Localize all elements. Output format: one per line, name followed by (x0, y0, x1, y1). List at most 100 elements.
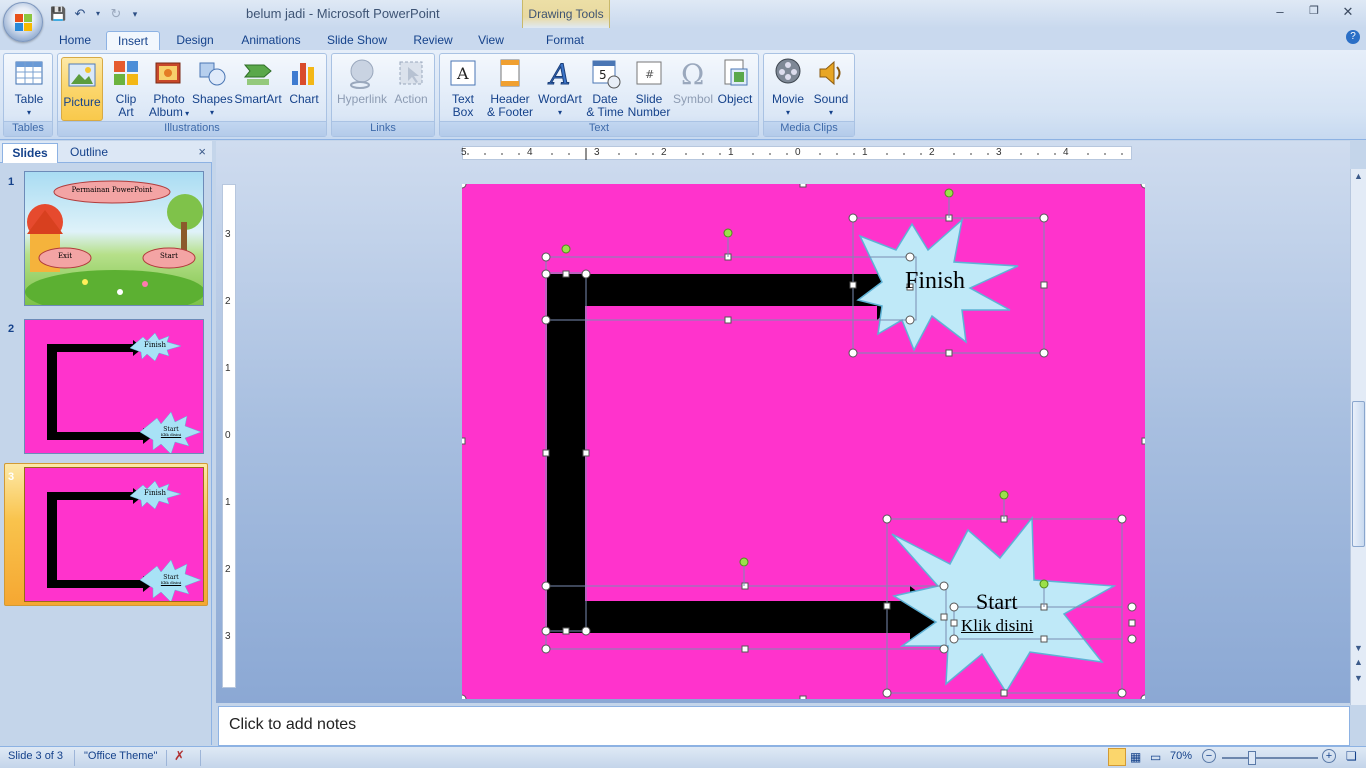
slide-number-label: 2 (8, 323, 15, 335)
object-button[interactable]: Object (714, 57, 756, 106)
dropdown-arrow-icon: ▾ (26, 108, 31, 117)
slide-thumbnail-2[interactable]: Finish Start Klik disini (24, 319, 204, 454)
redo-icon[interactable]: ↻ (108, 6, 124, 22)
next-slide-icon[interactable]: ▼ (1354, 673, 1363, 683)
minimize-icon[interactable]: – (1270, 4, 1290, 19)
header-footer-button[interactable]: Header & Footer (484, 57, 536, 119)
save-icon[interactable]: 💾 (50, 6, 66, 22)
zoom-in-icon[interactable]: + (1322, 749, 1336, 763)
previous-slide-icon[interactable]: ▲ (1354, 657, 1363, 667)
zoom-slider-thumb[interactable] (1248, 751, 1256, 765)
normal-view-icon[interactable] (1108, 748, 1126, 766)
calendar-icon: 5 (589, 57, 621, 89)
slide-thumbnail-1[interactable]: Permainan PowerPoint Exit Start (24, 171, 204, 306)
customize-qat-icon[interactable]: ▾ (130, 6, 140, 22)
zoom-slider-track[interactable] (1222, 757, 1318, 759)
undo-icon[interactable]: ↶ (72, 6, 88, 22)
photo-album-button[interactable]: Photo Album ▾ (146, 57, 192, 120)
text-box-button[interactable]: A Text Box (444, 57, 482, 119)
office-button[interactable] (3, 2, 43, 42)
ruler-label: 0 (795, 147, 801, 158)
maximize-icon[interactable]: ❐ (1304, 4, 1324, 17)
table-button[interactable]: Table ▾ (7, 57, 51, 119)
scroll-down-icon[interactable]: ▼ (1354, 643, 1363, 653)
tab-view[interactable]: View (470, 31, 512, 50)
wordart-icon: A (544, 57, 576, 92)
tab-home[interactable]: Home (52, 31, 98, 50)
quick-access-toolbar: 💾 ↶ ▾ ↻ ▾ (50, 5, 140, 23)
clip-art-button[interactable]: Clip Art (106, 57, 146, 119)
scrollbar-thumb[interactable] (1352, 401, 1365, 547)
thumbnail-exit-label: Exit (57, 252, 73, 260)
slide-sorter-view-icon[interactable]: ▦ (1130, 750, 1141, 764)
notes-pane[interactable]: Click to add notes (218, 706, 1350, 746)
title-bar: 💾 ↶ ▾ ↻ ▾ belum jadi - Microsoft PowerPo… (0, 0, 1366, 28)
thumbnail-finish-label: Finish (144, 489, 166, 497)
thumbnail-title: Permainan PowerPoint (71, 186, 153, 194)
start-label[interactable]: Start (976, 589, 1036, 615)
tab-slides[interactable]: Slides (2, 143, 58, 163)
group-label-illustrations: Illustrations (58, 121, 326, 136)
thumbnail-start-label: Start (160, 252, 178, 260)
dropdown-arrow-icon: ▾ (209, 108, 214, 117)
slide-thumbnail-3[interactable]: Finish Start Klik disini (24, 467, 204, 602)
slide-canvas[interactable]: Finish Start Klik disini (457, 179, 1150, 704)
picture-button[interactable]: Picture (61, 57, 103, 121)
tab-review[interactable]: Review (406, 31, 460, 50)
scroll-up-icon[interactable]: ▲ (1354, 171, 1363, 181)
shapes-button[interactable]: Shapes ▾ (192, 57, 233, 119)
tab-format[interactable]: Format (528, 31, 602, 50)
notes-placeholder[interactable]: Click to add notes (229, 716, 356, 734)
symbol-button[interactable]: Ω Symbol (672, 57, 714, 106)
finish-label[interactable]: Finish (905, 268, 985, 295)
context-tab-group-drawing-tools: Drawing Tools (522, 0, 610, 28)
close-icon[interactable]: × (198, 144, 206, 159)
sound-button[interactable]: Sound ▾ (810, 57, 852, 119)
ruler-label: 4 (527, 147, 533, 158)
group-label-media-clips: Media Clips (764, 121, 854, 136)
close-icon[interactable]: ✕ (1338, 4, 1358, 20)
date-time-button[interactable]: 5 Date & Time (584, 57, 626, 119)
group-text: A Text Box Header & Footer A WordArt ▾ 5… (439, 53, 759, 137)
slide-counter: Slide 3 of 3 (8, 750, 64, 762)
movie-button[interactable]: Movie ▾ (767, 57, 809, 119)
ruler-label: 2 (661, 147, 667, 158)
group-links: Hyperlink Action Links (331, 53, 435, 137)
tab-insert[interactable]: Insert (106, 31, 160, 50)
slide-number-button[interactable]: # Slide Number (626, 57, 672, 119)
chart-button[interactable]: Chart (284, 57, 324, 106)
action-button[interactable]: Action (390, 57, 432, 106)
hyperlink-button[interactable]: Hyperlink (334, 57, 390, 106)
vertical-scrollbar[interactable]: ▲ ▼ ▲ ▼ (1350, 169, 1366, 705)
svg-text:A: A (456, 64, 469, 83)
film-reel-icon (772, 57, 804, 89)
zoom-level[interactable]: 70% (1170, 750, 1192, 762)
slide-number-label: 1 (8, 176, 15, 188)
tab-slide-show[interactable]: Slide Show (320, 31, 394, 50)
tab-outline[interactable]: Outline (60, 143, 118, 163)
ruler-label: 4 (1063, 147, 1069, 158)
wordart-button[interactable]: A WordArt ▾ (536, 57, 584, 119)
horizontal-ruler[interactable]: 5 4 3 2 1 0 1 2 3 4 (461, 146, 1132, 160)
window-title: belum jadi - Microsoft PowerPoint (246, 6, 440, 21)
vertical-ruler[interactable]: 3 2 1 0 1 2 3 (222, 184, 236, 688)
slide-show-view-icon[interactable]: ▭ (1150, 750, 1161, 764)
spelling-check-icon[interactable]: ✗ (174, 748, 185, 764)
ruler-label: 1 (225, 497, 231, 508)
ruler-label: 1 (862, 147, 868, 158)
tab-design[interactable]: Design (168, 31, 222, 50)
tab-animations[interactable]: Animations (234, 31, 308, 50)
fit-to-window-icon[interactable]: ❏ (1346, 749, 1357, 763)
undo-dropdown-icon[interactable]: ▾ (94, 6, 102, 22)
ruler-label: 3 (594, 147, 600, 158)
klik-disini-link[interactable]: Klik disini (961, 616, 1071, 636)
help-icon[interactable]: ? (1346, 30, 1360, 44)
zoom-out-icon[interactable]: − (1202, 749, 1216, 763)
ruler-label: 1 (728, 147, 734, 158)
status-bar: Slide 3 of 3 "Office Theme" ✗ ▦ ▭ 70% − … (0, 746, 1366, 768)
photo-album-icon (153, 57, 185, 89)
speaker-icon (815, 57, 847, 89)
hyperlink-icon (346, 57, 378, 89)
smartart-button[interactable]: SmartArt (232, 57, 284, 106)
group-media-clips: Movie ▾ Sound ▾ Media Clips (763, 53, 855, 137)
